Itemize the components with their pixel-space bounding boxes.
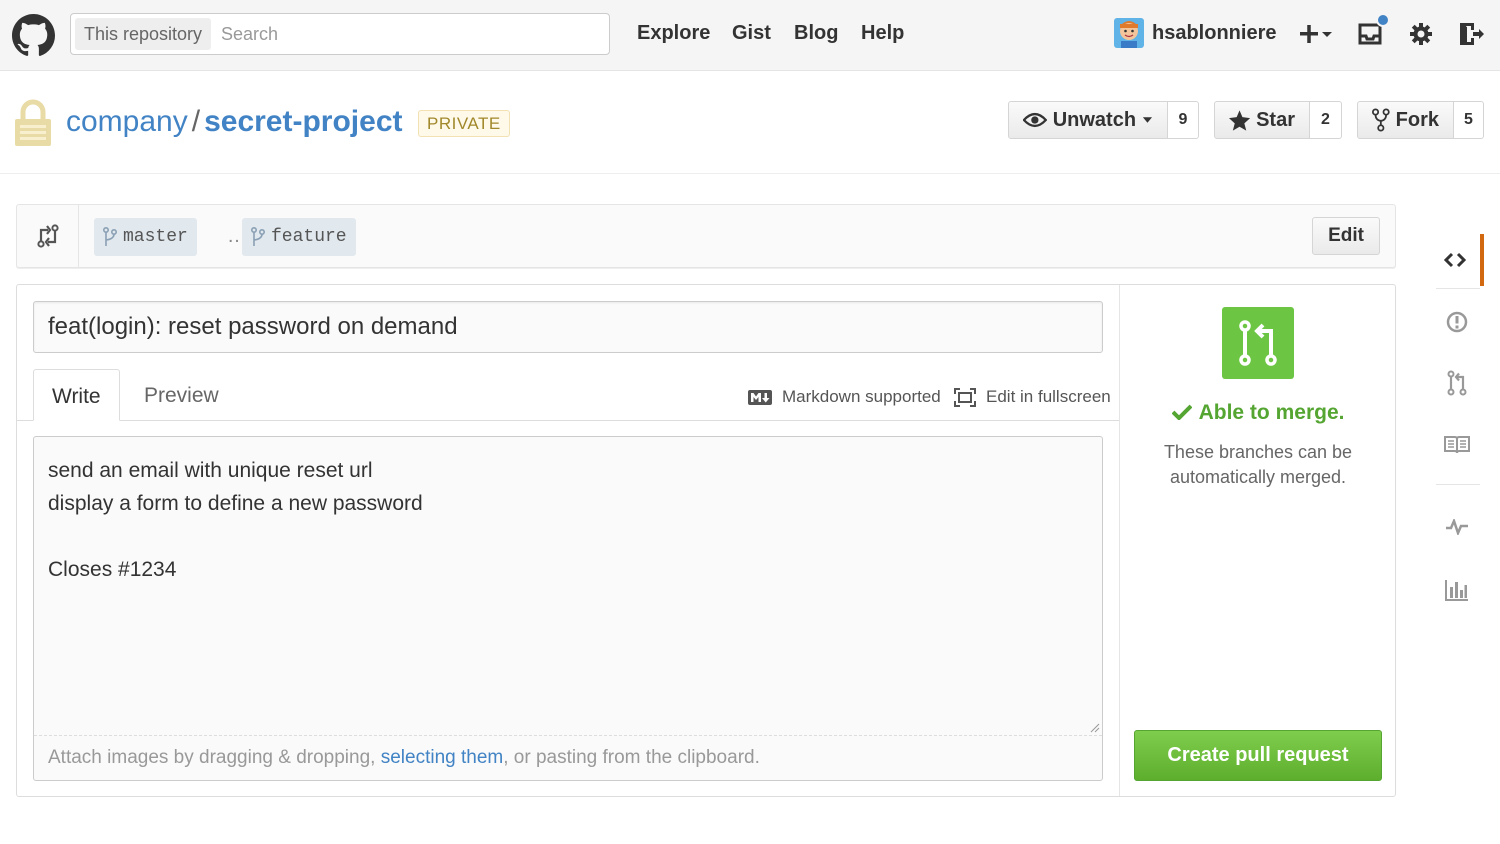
pull-request-icon bbox=[1447, 370, 1467, 396]
edit-range-button[interactable]: Edit bbox=[1312, 217, 1380, 255]
pr-body-textarea[interactable] bbox=[34, 437, 1102, 735]
select-files-link[interactable]: selecting them bbox=[381, 747, 504, 768]
private-badge: PRIVATE bbox=[418, 110, 510, 137]
repo-path-separator: / bbox=[191, 105, 201, 138]
eye-icon bbox=[1023, 112, 1047, 128]
github-logo-icon[interactable] bbox=[12, 14, 55, 57]
plus-icon bbox=[1300, 25, 1332, 43]
repo-name-link[interactable]: secret-project bbox=[204, 105, 402, 138]
tab-write[interactable]: Write bbox=[33, 369, 120, 421]
markdown-help-link[interactable]: Markdown supported bbox=[748, 387, 941, 407]
sidebar-item-code[interactable] bbox=[1430, 234, 1484, 286]
sign-out-icon bbox=[1460, 23, 1484, 45]
head-branch-selector[interactable]: feature bbox=[242, 218, 356, 256]
attach-hint-prefix: Attach images by dragging & dropping, bbox=[48, 747, 381, 768]
sidebar-item-pull-requests[interactable] bbox=[1430, 357, 1484, 409]
resize-handle-icon[interactable] bbox=[1090, 723, 1100, 733]
search-scope-label: This repository bbox=[75, 18, 212, 50]
code-icon bbox=[1444, 252, 1466, 268]
merge-status-panel: Able to merge. These branches can be aut… bbox=[1119, 285, 1395, 796]
unwatch-label: Unwatch bbox=[1052, 108, 1137, 131]
unread-indicator bbox=[1376, 13, 1390, 27]
tab-preview[interactable]: Preview bbox=[126, 369, 237, 421]
unwatch-button[interactable]: Unwatch bbox=[1008, 101, 1168, 139]
fullscreen-label: Edit in fullscreen bbox=[986, 387, 1111, 406]
swap-branches-button[interactable] bbox=[17, 205, 79, 267]
repo-title: company / secret-project bbox=[66, 104, 403, 140]
repo-header: company / secret-project PRIVATE Unwatch 9… bbox=[0, 71, 1500, 174]
merge-status-description: These branches can be automatically merg… bbox=[1163, 442, 1353, 487]
username-link[interactable]: hsablonniere bbox=[1152, 22, 1276, 45]
branch-icon bbox=[103, 227, 117, 246]
sidebar-item-pulse[interactable] bbox=[1430, 501, 1484, 553]
star-label: Star bbox=[1256, 108, 1295, 131]
star-icon bbox=[1229, 109, 1251, 131]
merge-status-text: Able to merge. bbox=[1198, 401, 1345, 424]
pulse-icon bbox=[1446, 519, 1468, 535]
sign-out-button[interactable] bbox=[1456, 18, 1486, 50]
pr-title-input[interactable] bbox=[33, 301, 1103, 353]
sidebar-item-issues[interactable] bbox=[1430, 296, 1484, 348]
issues-icon bbox=[1446, 311, 1468, 333]
head-branch-name: feature bbox=[271, 227, 347, 247]
site-header: This repository Explore Gist Blog Help h… bbox=[0, 0, 1500, 71]
merge-status-title: Able to merge. bbox=[1120, 401, 1396, 425]
compare-icon bbox=[36, 224, 59, 248]
nav-blog[interactable]: Blog bbox=[794, 22, 838, 45]
graphs-icon bbox=[1445, 580, 1468, 601]
mergeable-badge bbox=[1222, 307, 1294, 379]
pull-request-form: Write Preview Markdown supported Edit in… bbox=[16, 284, 1396, 797]
fork-group: Fork 5 bbox=[1357, 101, 1484, 139]
avatar[interactable] bbox=[1114, 18, 1144, 48]
nav-gist[interactable]: Gist bbox=[732, 22, 771, 45]
base-branch-name: master bbox=[123, 227, 188, 247]
git-pull-request-icon bbox=[1239, 320, 1277, 366]
create-pull-request-button[interactable]: Create pull request bbox=[1134, 730, 1382, 781]
caret-down-icon bbox=[1142, 117, 1153, 123]
repo-sidebar-nav bbox=[1430, 210, 1484, 640]
gear-icon bbox=[1410, 23, 1432, 45]
repo-owner-link[interactable]: company bbox=[66, 105, 188, 138]
star-button[interactable]: Star bbox=[1214, 101, 1310, 139]
pr-editor: Write Preview Markdown supported Edit in… bbox=[17, 285, 1119, 796]
stargazers-count[interactable]: 2 bbox=[1310, 101, 1342, 139]
watch-group: Unwatch 9 bbox=[1008, 101, 1199, 139]
search-input[interactable] bbox=[209, 18, 599, 50]
sidebar-item-graphs[interactable] bbox=[1430, 564, 1484, 616]
lock-icon bbox=[15, 99, 51, 146]
sidebar-divider bbox=[1436, 288, 1480, 289]
compare-range-bar: master … feature Edit bbox=[16, 204, 1396, 268]
fullscreen-button[interactable]: Edit in fullscreen bbox=[954, 387, 1111, 407]
attachment-dropzone[interactable]: Attach images by dragging & dropping, se… bbox=[34, 735, 1102, 780]
fork-label: Fork bbox=[1395, 108, 1439, 131]
fork-icon bbox=[1372, 108, 1390, 132]
fork-button[interactable]: Fork bbox=[1357, 101, 1454, 139]
tab-divider bbox=[17, 420, 1119, 421]
check-icon bbox=[1171, 404, 1192, 421]
settings-button[interactable] bbox=[1407, 18, 1435, 50]
sidebar-item-wiki[interactable] bbox=[1430, 419, 1484, 471]
sidebar-divider bbox=[1436, 484, 1480, 485]
forks-count[interactable]: 5 bbox=[1454, 101, 1484, 139]
create-new-dropdown[interactable] bbox=[1298, 18, 1336, 50]
markdown-icon bbox=[748, 389, 772, 405]
nav-help[interactable]: Help bbox=[861, 22, 904, 45]
star-group: Star 2 bbox=[1214, 101, 1342, 139]
watchers-count[interactable]: 9 bbox=[1168, 101, 1199, 139]
fullscreen-icon bbox=[954, 387, 976, 407]
nav-explore[interactable]: Explore bbox=[637, 22, 710, 45]
search-box[interactable]: This repository bbox=[70, 13, 610, 55]
branch-icon bbox=[251, 227, 265, 246]
pr-body-editor: Attach images by dragging & dropping, se… bbox=[33, 436, 1103, 781]
attach-hint-suffix: , or pasting from the clipboard. bbox=[503, 747, 760, 768]
base-branch-selector[interactable]: master bbox=[94, 218, 197, 256]
markdown-label: Markdown supported bbox=[782, 387, 941, 406]
wiki-icon bbox=[1444, 436, 1470, 454]
